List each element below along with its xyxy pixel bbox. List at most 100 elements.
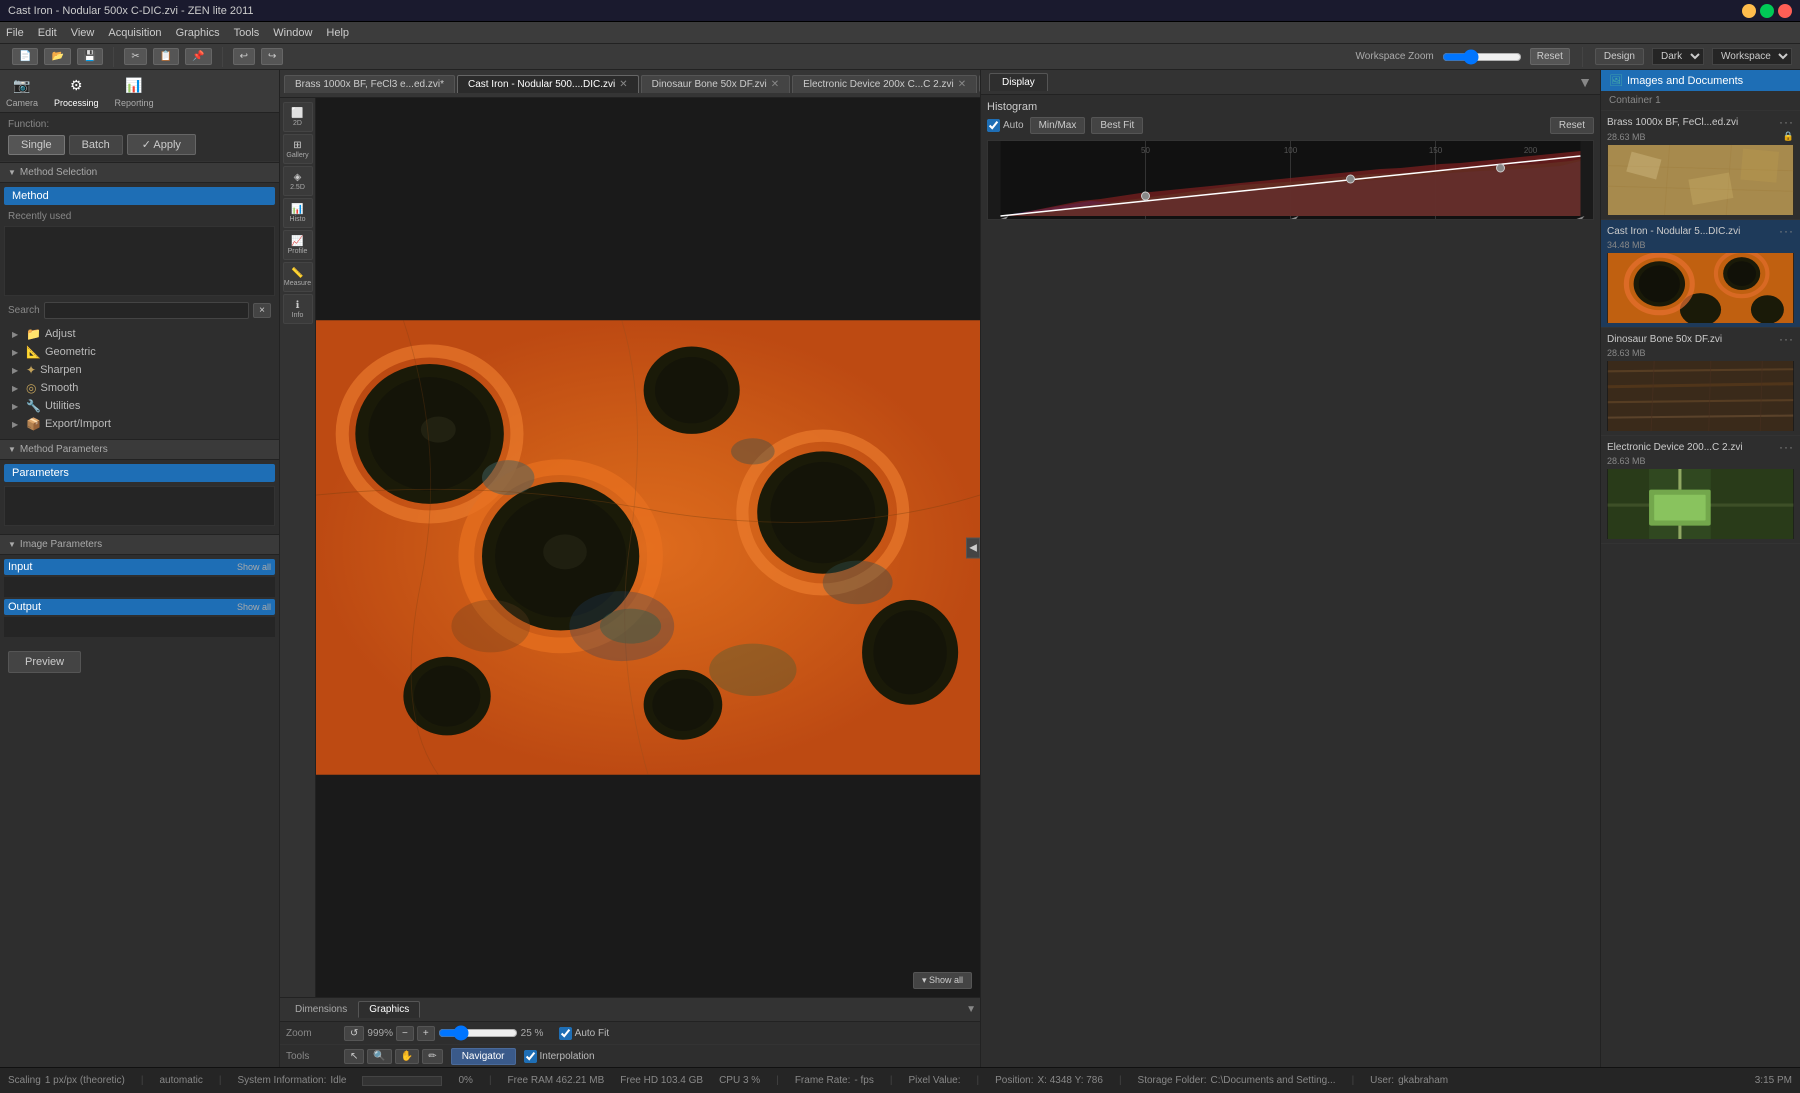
tree-item-utilities[interactable]: ▶ 🔧 Utilities [8, 397, 271, 415]
tab-castiron-close[interactable]: ✕ [619, 79, 627, 90]
tab-brass[interactable]: Brass 1000x BF, FeCl3 e...ed.zvi* [284, 75, 455, 93]
auto-fit-checkbox[interactable] [559, 1027, 572, 1040]
interpolation-checkbox[interactable] [524, 1050, 537, 1063]
tool-measure[interactable]: 📏 Measure [283, 262, 313, 292]
tool-zoom-btn[interactable]: 🔍 [367, 1049, 391, 1064]
reporting-icon: 📊 [123, 74, 145, 96]
tool-histo[interactable]: 📊 Histo [283, 198, 313, 228]
menu-edit[interactable]: Edit [38, 27, 57, 39]
tab-castiron[interactable]: Cast Iron - Nodular 500....DIC.zvi ✕ [457, 75, 639, 93]
mode-processing[interactable]: ⚙ Processing [54, 74, 99, 108]
brass-dots[interactable]: ··· [1779, 115, 1794, 129]
workspace-select[interactable]: Workspace [1712, 48, 1792, 65]
toolbar-paste[interactable]: 📌 [185, 48, 211, 65]
tab-brass-label: Brass 1000x BF, FeCl3 e...ed.zvi* [295, 79, 444, 90]
tab-electronic[interactable]: Electronic Device 200x C...C 2.zvi ✕ [792, 75, 977, 93]
dino-dots[interactable]: ··· [1779, 332, 1794, 346]
collapse-arrow[interactable]: ◀ [966, 537, 980, 558]
menu-file[interactable]: File [6, 27, 24, 39]
image-params-header[interactable]: ▼ Image Parameters [0, 534, 279, 555]
method-item[interactable]: Method [4, 187, 275, 205]
toolbar-copy[interactable]: 📋 [153, 48, 179, 65]
method-params-header[interactable]: ▼ Method Parameters [0, 439, 279, 460]
toolbar-new[interactable]: 📄 [12, 48, 38, 65]
maximize-button[interactable] [1760, 4, 1774, 18]
menu-window[interactable]: Window [273, 27, 312, 39]
zoom-plus-btn[interactable]: + [417, 1026, 435, 1041]
close-button[interactable] [1778, 4, 1792, 18]
tool-2d[interactable]: ⬜ 2D [283, 102, 313, 132]
castiron-dots[interactable]: ··· [1779, 224, 1794, 238]
menu-graphics[interactable]: Graphics [176, 27, 220, 39]
mode-reporting[interactable]: 📊 Reporting [115, 74, 154, 108]
thumb-brass[interactable]: Brass 1000x BF, FeCl...ed.zvi ··· 28.63 … [1601, 111, 1800, 220]
graphics-tab[interactable]: Graphics [358, 1001, 420, 1018]
tree-item-sharpen[interactable]: ▶ ✦ Sharpen [8, 361, 271, 379]
dim-tab-expand[interactable]: ▼ [966, 1004, 976, 1015]
tree-item-smooth[interactable]: ▶ ◎ Smooth [8, 379, 271, 397]
search-input[interactable] [44, 302, 249, 319]
thumb-electronic[interactable]: Electronic Device 200...C 2.zvi ··· 28.6… [1601, 436, 1800, 544]
design-button[interactable]: Design [1595, 48, 1644, 65]
auto-fit-label[interactable]: Auto Fit [559, 1027, 609, 1040]
zoom-minus-btn[interactable]: − [396, 1026, 414, 1041]
mode-camera[interactable]: 📷 Camera [6, 74, 38, 108]
minmax-button[interactable]: Min/Max [1030, 117, 1086, 134]
tab-dinosaur[interactable]: Dinosaur Bone 50x DF.zvi ✕ [641, 75, 790, 93]
workspace-reset-button[interactable]: Reset [1530, 48, 1570, 65]
exportimport-label: Export/Import [45, 418, 111, 430]
toolbar-save[interactable]: 💾 [77, 48, 103, 65]
show-all-output[interactable]: Show all [237, 602, 271, 612]
scaling-value: 1 px/px (theoretic) [45, 1075, 125, 1086]
display-expand-icon[interactable]: ▼ [1578, 74, 1592, 90]
preview-button[interactable]: Preview [8, 651, 81, 673]
apply-button[interactable]: ✓ Apply [127, 134, 196, 155]
show-all-input[interactable]: Show all [237, 562, 271, 572]
tab-dinosaur-close[interactable]: ✕ [771, 79, 779, 90]
menu-view[interactable]: View [71, 27, 95, 39]
batch-button[interactable]: Batch [69, 135, 123, 155]
interpolation-label[interactable]: Interpolation [524, 1050, 595, 1063]
tool-2-5d[interactable]: ◈ 2.5D [283, 166, 313, 196]
toolbar-undo[interactable]: ↩ [233, 48, 255, 65]
toolbar-cut[interactable]: ✂ [124, 48, 146, 65]
minimize-button[interactable] [1742, 4, 1756, 18]
menu-acquisition[interactable]: Acquisition [108, 27, 161, 39]
dark-select[interactable]: Dark Light [1652, 48, 1704, 65]
menu-tools[interactable]: Tools [234, 27, 260, 39]
workspace-zoom-slider[interactable] [1442, 49, 1522, 65]
elec-dots[interactable]: ··· [1779, 440, 1794, 454]
smooth-arrow-icon: ▶ [12, 384, 22, 393]
zoom-slider[interactable] [438, 1025, 518, 1041]
tree-item-geometric[interactable]: ▶ 📐 Geometric [8, 343, 271, 361]
info-icon: ℹ [296, 300, 300, 311]
auto-check-wrap[interactable]: Auto [987, 119, 1024, 132]
toolbar-redo[interactable]: ↪ [261, 48, 283, 65]
method-selection-header[interactable]: ▼ Method Selection [0, 162, 279, 183]
dimensions-tab[interactable]: Dimensions [284, 1001, 358, 1018]
histo-reset-button[interactable]: Reset [1550, 117, 1594, 134]
tool-gallery[interactable]: ⊞ Gallery [283, 134, 313, 164]
tab-electronic-close[interactable]: ✕ [958, 79, 966, 90]
thumb-castiron[interactable]: Cast Iron - Nodular 5...DIC.zvi ··· 34.4… [1601, 220, 1800, 328]
tree-item-exportimport[interactable]: ▶ 📦 Export/Import [8, 415, 271, 433]
search-clear-button[interactable]: × [253, 303, 271, 318]
parameters-item[interactable]: Parameters [4, 464, 275, 482]
histo-auto-checkbox[interactable] [987, 119, 1000, 132]
single-button[interactable]: Single [8, 135, 65, 155]
navigator-button[interactable]: Navigator [451, 1048, 516, 1065]
smooth-label: Smooth [40, 382, 78, 394]
zoom-rotate-btn[interactable]: ↺ [344, 1026, 364, 1041]
tool-profile[interactable]: 📈 Profile [283, 230, 313, 260]
display-tab[interactable]: Display [989, 73, 1048, 91]
tool-draw-btn[interactable]: ✏ [422, 1049, 442, 1064]
tool-pan-btn[interactable]: ✋ [395, 1049, 419, 1064]
show-all-button[interactable]: ▾ Show all [913, 972, 972, 989]
menu-help[interactable]: Help [326, 27, 349, 39]
thumb-dinosaur[interactable]: Dinosaur Bone 50x DF.zvi ··· 28.63 MB [1601, 328, 1800, 436]
toolbar-open[interactable]: 📂 [44, 48, 70, 65]
tree-item-adjust[interactable]: ▶ 📁 Adjust [8, 325, 271, 343]
bestfit-button[interactable]: Best Fit [1091, 117, 1143, 134]
tool-pointer-btn[interactable]: ↖ [344, 1049, 364, 1064]
tool-info[interactable]: ℹ Info [283, 294, 313, 324]
